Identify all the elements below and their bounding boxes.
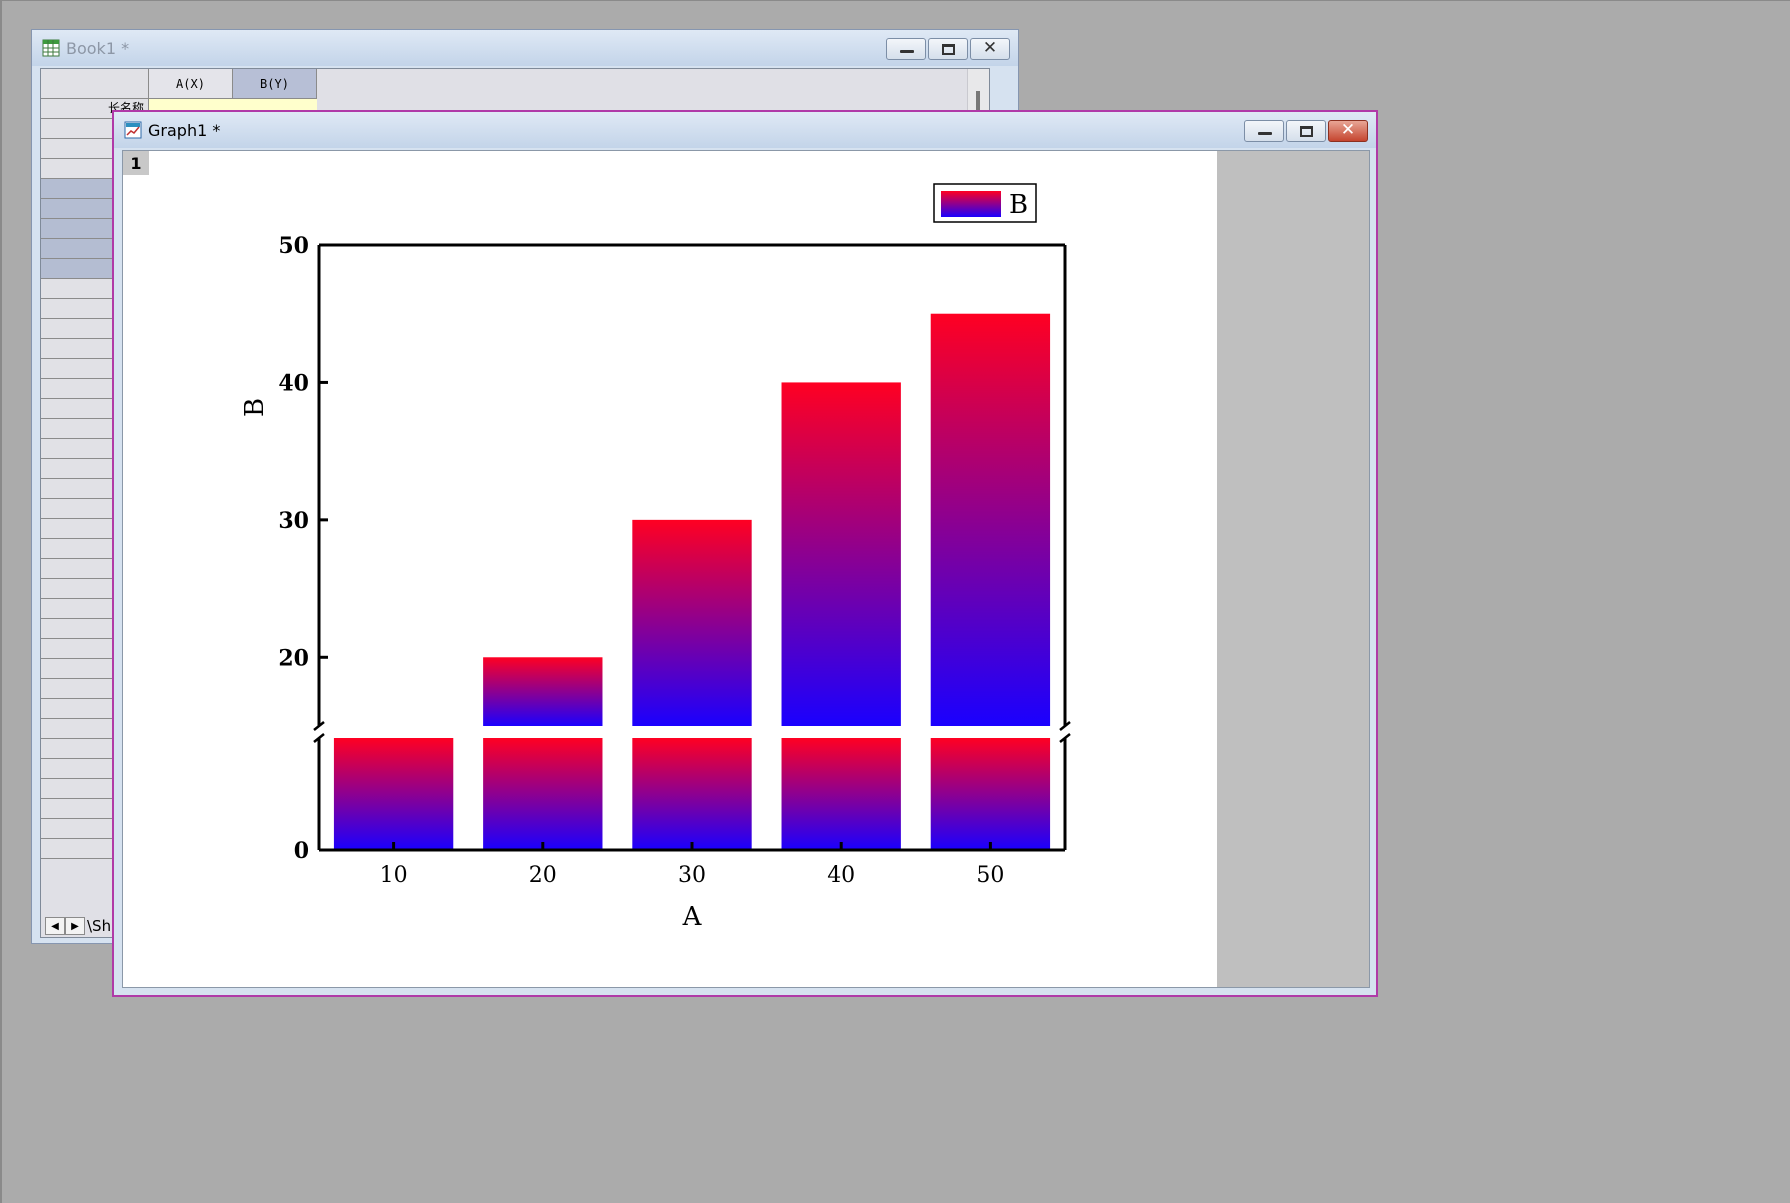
graph1-titlebar[interactable]: Graph1 * ✕	[114, 112, 1376, 148]
bar[interactable]	[632, 519, 752, 726]
graph-icon	[124, 121, 142, 139]
graph1-minimize-button[interactable]	[1244, 120, 1284, 142]
scrollbar-thumb[interactable]	[976, 91, 980, 111]
book1-maximize-button[interactable]	[928, 38, 968, 60]
y-axis-title: B	[240, 398, 270, 417]
bar-chart[interactable]: 10 20 30 40 50 0 20 30 40 50 A B B	[123, 151, 1217, 987]
graph-page[interactable]: 1 10 20 30 40 50 0 20 30 40 50 A B B	[123, 151, 1217, 987]
close-icon: ✕	[982, 38, 998, 58]
x-tick-label: 50	[976, 863, 1004, 888]
book1-close-button[interactable]: ✕	[970, 38, 1010, 60]
bar[interactable]	[930, 738, 1051, 850]
bar[interactable]	[781, 738, 901, 850]
layer-indicator[interactable]: 1	[123, 151, 149, 175]
book1-minimize-button[interactable]	[886, 38, 926, 60]
graph1-close-button[interactable]: ✕	[1328, 120, 1368, 142]
column-header-a[interactable]: A(X)	[149, 69, 233, 99]
sheet-tab[interactable]: \Sh	[87, 917, 111, 935]
x-tick-label: 10	[380, 863, 408, 888]
bar[interactable]	[930, 313, 1051, 726]
mdi-workspace: Book1 * ✕ A(X) B(Y) ◀ ▶ \Sh 长名称F	[0, 0, 1790, 1203]
y-tick-label: 0	[294, 838, 309, 864]
close-icon: ✕	[1340, 120, 1356, 140]
y-tick-label: 20	[278, 645, 309, 671]
x-tick-label: 40	[827, 863, 855, 888]
graph1-title: Graph1 *	[148, 120, 221, 140]
graph1-window[interactable]: Graph1 * ✕ 1 10 20 30 40 50 0 20 30 40 5…	[112, 110, 1378, 997]
book1-titlebar[interactable]: Book1 * ✕	[32, 30, 1018, 66]
maximize-icon	[1300, 126, 1313, 137]
graph-body: 1 10 20 30 40 50 0 20 30 40 50 A B B	[122, 150, 1370, 988]
chevron-right-icon: ▶	[71, 920, 79, 932]
legend-swatch	[941, 191, 1001, 217]
column-header-b[interactable]: B(Y)	[233, 69, 317, 99]
book1-title: Book1 *	[66, 38, 130, 58]
minimize-icon	[1258, 132, 1272, 135]
y-tick-label: 30	[278, 508, 309, 534]
sheet-corner[interactable]	[41, 69, 149, 99]
x-tick-label: 30	[678, 863, 706, 888]
workbook-icon	[42, 39, 60, 57]
x-tick-label: 20	[529, 863, 557, 888]
x-axis-title: A	[682, 902, 703, 932]
y-tick-label: 40	[278, 370, 309, 396]
bar[interactable]	[781, 382, 901, 726]
sheet-prev-button[interactable]: ◀	[45, 917, 65, 935]
legend-label: B	[1009, 190, 1028, 220]
sheet-navigation: ◀ ▶ \Sh	[45, 917, 111, 935]
sheet-next-button[interactable]: ▶	[65, 917, 85, 935]
bar[interactable]	[632, 738, 752, 850]
bar[interactable]	[333, 738, 454, 850]
chevron-left-icon: ◀	[51, 920, 59, 932]
bar[interactable]	[483, 738, 603, 850]
y-tick-label: 50	[278, 233, 309, 259]
minimize-icon	[900, 50, 914, 53]
bar[interactable]	[483, 657, 603, 726]
maximize-icon	[942, 44, 955, 55]
graph1-maximize-button[interactable]	[1286, 120, 1326, 142]
